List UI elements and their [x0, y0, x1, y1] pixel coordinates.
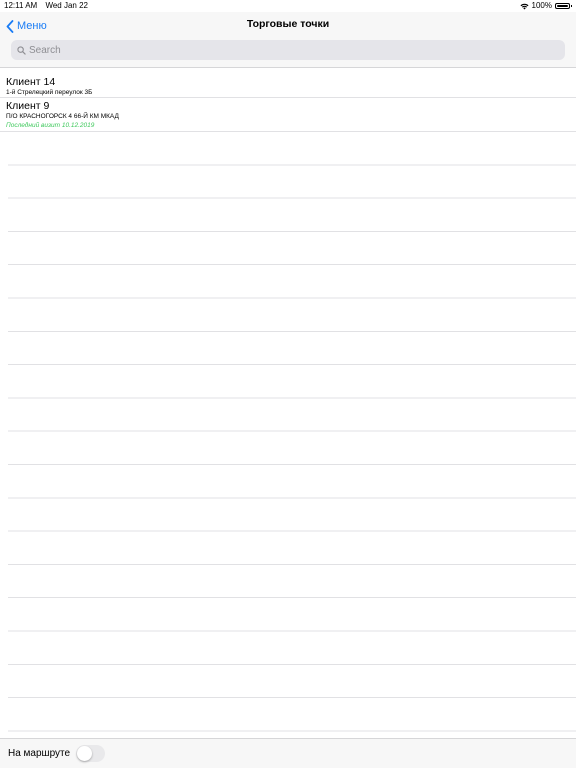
list-item[interactable]: Клиент 14 1-й Стрелецкий переулок 3Б [0, 68, 576, 98]
route-toggle-knob [77, 746, 92, 761]
route-toggle[interactable] [76, 745, 105, 762]
client-address: П/О КРАСНОГОРСК 4 66-Й КМ МКАД [6, 113, 119, 120]
client-name: Клиент 9 [6, 100, 50, 112]
battery-percent: 100% [531, 1, 552, 10]
search-field[interactable] [11, 40, 565, 60]
status-date: Wed Jan 22 [45, 1, 88, 10]
wifi-icon [520, 3, 529, 9]
empty-list-rows [8, 132, 576, 732]
page-title: Торговые точки [246, 18, 330, 30]
client-last-visit: Последний визит 10.12.2019 [6, 122, 95, 129]
status-left: 12:11 AM Wed Jan 22 [4, 0, 94, 12]
status-right: 100% [520, 0, 572, 12]
list-item[interactable]: Клиент 9 П/О КРАСНОГОРСК 4 66-Й КМ МКАД … [0, 98, 576, 132]
route-label: На маршруте [8, 748, 71, 759]
client-address: 1-й Стрелецкий переулок 3Б [6, 89, 93, 96]
status-bar: 12:11 AM Wed Jan 22 100% [0, 0, 576, 12]
screen: 12:11 AM Wed Jan 22 100% Меню Торговые т… [0, 0, 576, 768]
battery-icon [555, 3, 572, 9]
navigation-bar: Меню Торговые точки [0, 12, 576, 68]
search-icon [17, 45, 26, 55]
client-list: Клиент 14 1-й Стрелецкий переулок 3Б Кли… [0, 68, 576, 132]
client-name: Клиент 14 [6, 76, 56, 88]
bottom-toolbar: На маршруте [0, 738, 576, 768]
search-input[interactable] [29, 44, 529, 56]
status-time: 12:11 AM [4, 1, 38, 10]
